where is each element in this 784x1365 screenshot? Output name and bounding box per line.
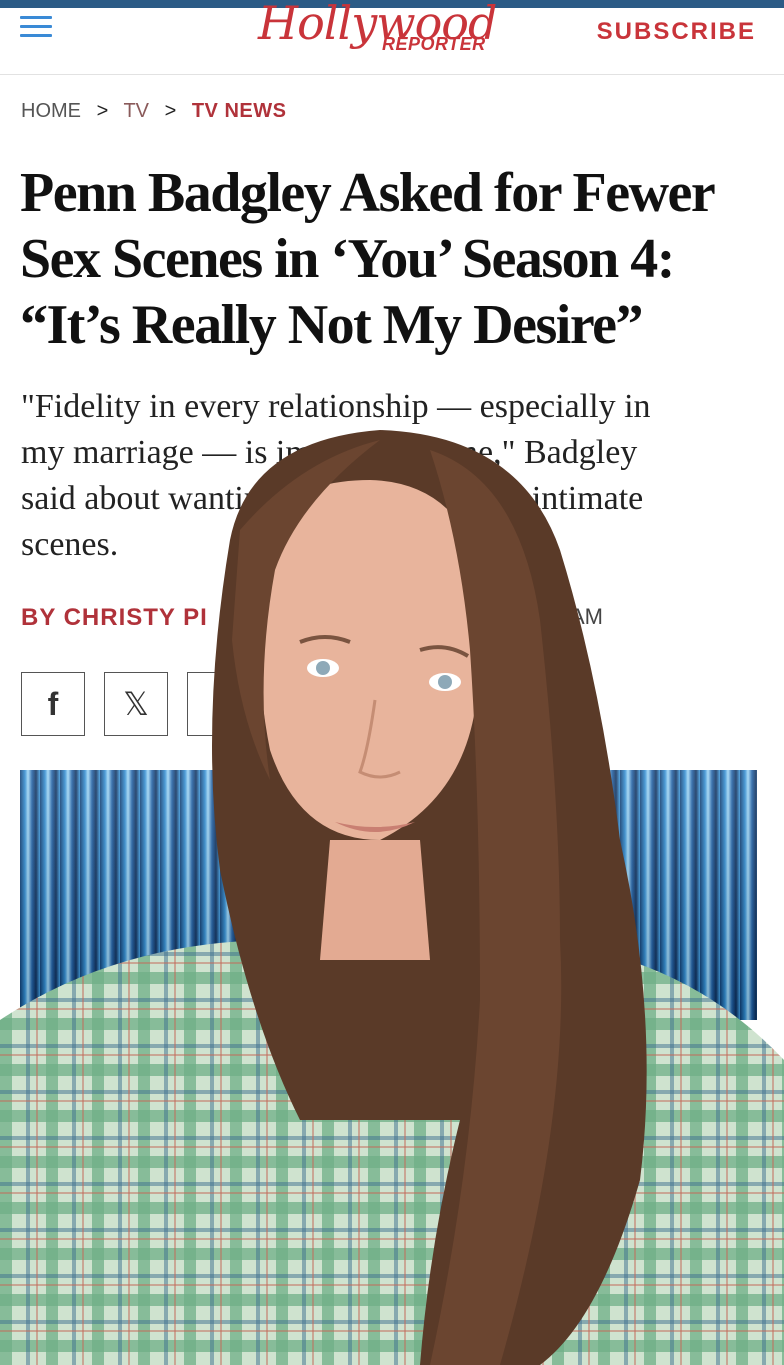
site-logo[interactable]: Hollywood REPORTER — [258, 0, 528, 66]
headline-line: Sex Scenes in ‘You’ Season 4: — [20, 228, 675, 290]
breadcrumb-separator: > — [96, 100, 109, 122]
breadcrumb-separator: > — [164, 100, 177, 122]
presenter-video-overlay — [0, 430, 784, 1365]
breadcrumb-tv[interactable]: TV — [123, 100, 149, 122]
breadcrumb-current[interactable]: TV NEWS — [192, 100, 287, 122]
breadcrumb-home[interactable]: HOME — [21, 100, 81, 122]
headline-line: “It’s Really Not My Desire” — [20, 294, 644, 356]
logo-subtitle: REPORTER — [382, 34, 486, 54]
headline-line: Penn Badgley Asked for Fewer — [20, 162, 716, 224]
article-headline: Penn Badgley Asked for Fewer Sex Scenes … — [20, 160, 760, 358]
site-header: Hollywood REPORTER SUBSCRIBE — [0, 0, 784, 75]
breadcrumb: HOME > TV > TV NEWS — [21, 100, 286, 123]
subscribe-link[interactable]: SUBSCRIBE — [597, 18, 756, 46]
hamburger-menu-icon[interactable] — [20, 14, 54, 40]
